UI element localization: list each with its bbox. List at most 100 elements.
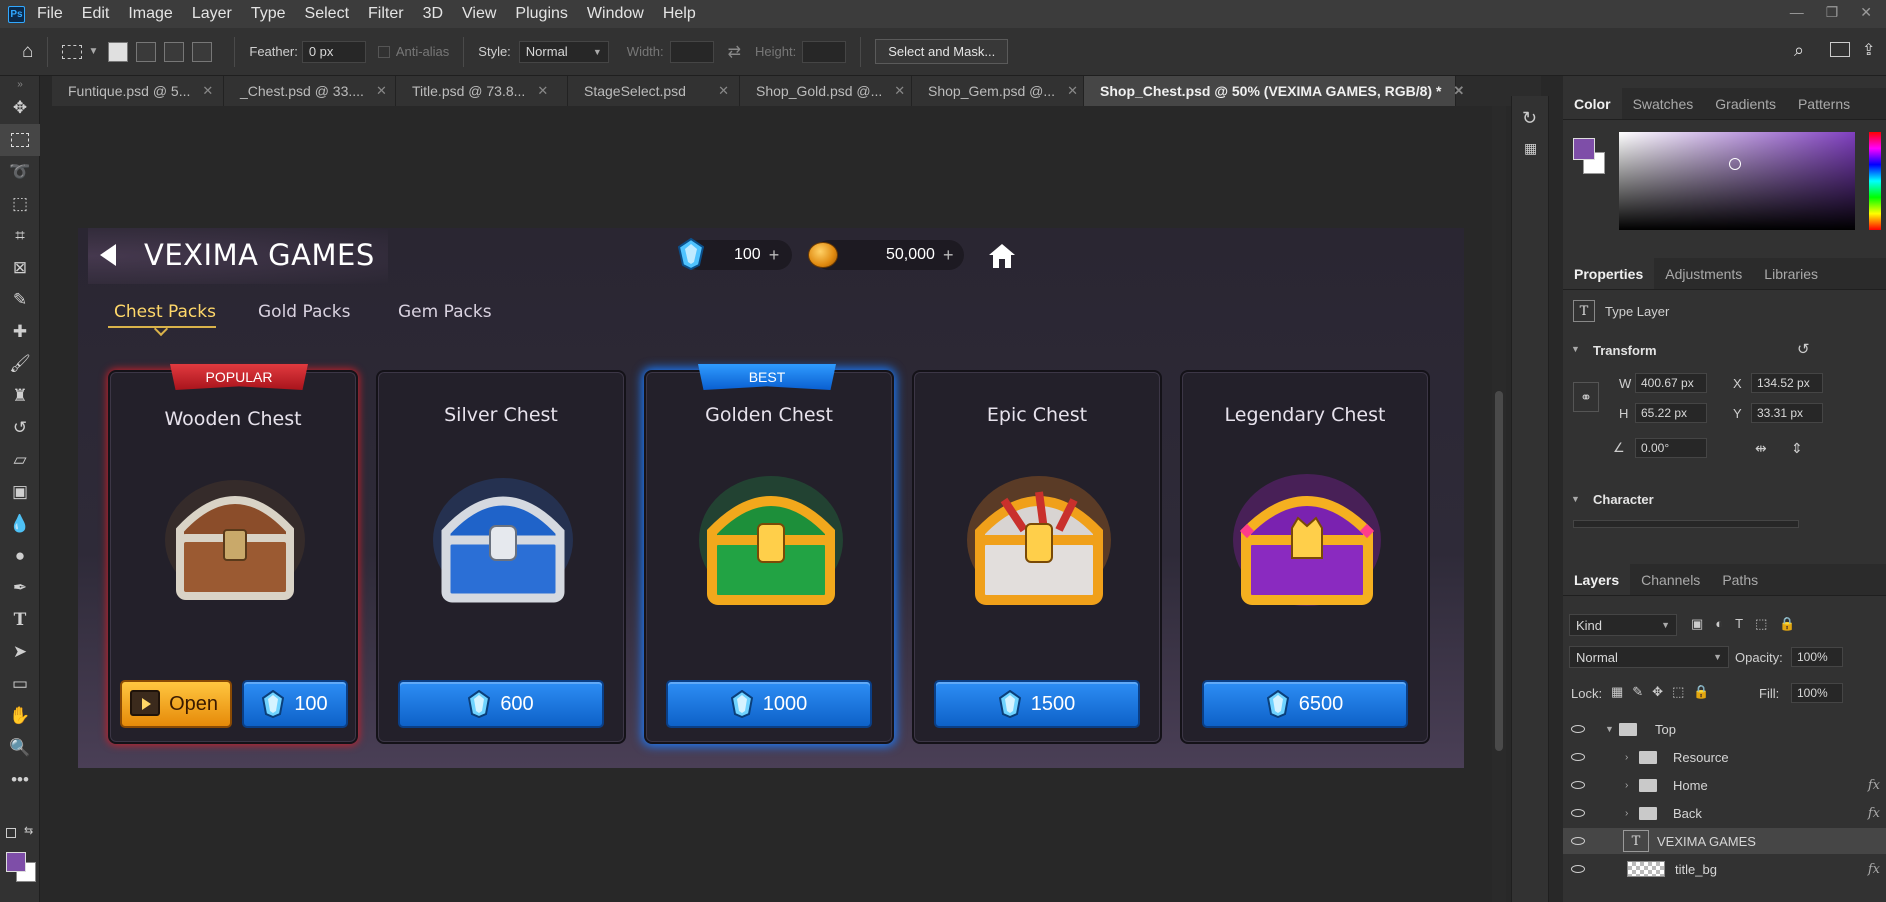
layer-row[interactable]: ▼ Top bbox=[1563, 716, 1886, 742]
layer-row[interactable]: › Home fx bbox=[1563, 772, 1886, 798]
menu-select[interactable]: Select bbox=[305, 5, 349, 23]
chest-card-silver[interactable]: Silver Chest 600 bbox=[376, 370, 626, 744]
marquee-preset-icon[interactable] bbox=[62, 44, 83, 59]
home-icon[interactable] bbox=[988, 243, 1016, 269]
crop-tool-icon[interactable]: ⌗ bbox=[0, 220, 40, 252]
scrollbar-thumb[interactable] bbox=[1495, 391, 1503, 751]
close-icon[interactable]: ✕ bbox=[1453, 83, 1464, 99]
x-field[interactable]: 134.52 px bbox=[1751, 373, 1823, 393]
intersect-selection-button[interactable] bbox=[192, 41, 213, 62]
rectangle-tool-icon[interactable]: ▭ bbox=[0, 668, 40, 700]
minimize-icon[interactable]: — bbox=[1790, 4, 1804, 21]
gradient-tool-icon[interactable]: ▣ bbox=[0, 476, 40, 508]
foreground-color-swatch[interactable] bbox=[1573, 138, 1595, 160]
menu-help[interactable]: Help bbox=[663, 5, 696, 23]
pen-tool-icon[interactable]: ✒ bbox=[0, 572, 40, 604]
link-dimensions-icon[interactable]: ⚭ bbox=[1573, 382, 1599, 412]
eyedropper-tool-icon[interactable]: ✎ bbox=[0, 284, 40, 316]
workspace-icon[interactable] bbox=[1830, 42, 1850, 57]
tab-color[interactable]: Color bbox=[1563, 88, 1622, 119]
add-gold-button[interactable]: + bbox=[943, 245, 954, 266]
blur-tool-icon[interactable]: 💧 bbox=[0, 508, 40, 540]
tab-chest-packs[interactable]: Chest Packs bbox=[114, 302, 216, 322]
y-field[interactable]: 33.31 px bbox=[1751, 403, 1823, 423]
chevron-down-icon[interactable]: ▼ bbox=[1605, 724, 1614, 734]
visibility-eye-icon[interactable] bbox=[1571, 837, 1585, 845]
buy-silver-chest-button[interactable]: 600 bbox=[398, 680, 604, 728]
chevron-right-icon[interactable]: › bbox=[1625, 808, 1628, 819]
game-shop-artboard[interactable]: VEXIMA GAMES 100 + 50,000 + Chest Packs … bbox=[78, 228, 1464, 768]
tab-libraries[interactable]: Libraries bbox=[1753, 258, 1829, 289]
tab-gem-packs[interactable]: Gem Packs bbox=[398, 302, 492, 322]
filter-icons[interactable]: ▣◐T⬚🔒 bbox=[1691, 616, 1808, 632]
doc-tab[interactable]: Title.psd @ 73.8... ✕ bbox=[396, 76, 568, 106]
watch-ad-open-button[interactable]: Open bbox=[120, 680, 232, 728]
home-icon[interactable]: ⌂ bbox=[22, 41, 33, 63]
menu-view[interactable]: View bbox=[462, 5, 496, 23]
marquee-tool-icon[interactable] bbox=[0, 124, 40, 156]
doc-tab[interactable]: Shop_Gold.psd @... ✕ bbox=[740, 76, 912, 106]
height-field[interactable]: 65.22 px bbox=[1635, 403, 1707, 423]
path-select-tool-icon[interactable]: ➤ bbox=[0, 636, 40, 668]
font-family-field[interactable] bbox=[1573, 520, 1799, 528]
close-window-icon[interactable]: ✕ bbox=[1860, 4, 1872, 21]
tab-gradients[interactable]: Gradients bbox=[1704, 88, 1787, 119]
hand-tool-icon[interactable]: ✋ bbox=[0, 700, 40, 732]
layer-row[interactable]: › Resource bbox=[1563, 744, 1886, 770]
transform-section-title[interactable]: Transform bbox=[1593, 343, 1657, 358]
menu-window[interactable]: Window bbox=[587, 5, 644, 23]
panel-collapse-strip[interactable] bbox=[1549, 76, 1563, 902]
opacity-field[interactable]: 100% bbox=[1791, 647, 1843, 667]
close-icon[interactable]: ✕ bbox=[718, 83, 729, 99]
visibility-eye-icon[interactable] bbox=[1571, 865, 1585, 873]
width-field[interactable]: 400.67 px bbox=[1635, 373, 1707, 393]
zoom-tool-icon[interactable]: 🔍 bbox=[0, 732, 40, 764]
eraser-tool-icon[interactable]: ▱ bbox=[0, 444, 40, 476]
close-icon[interactable]: ✕ bbox=[537, 83, 548, 99]
buy-golden-chest-button[interactable]: 1000 bbox=[666, 680, 872, 728]
menu-layer[interactable]: Layer bbox=[192, 5, 232, 23]
width-input[interactable] bbox=[669, 40, 714, 63]
menu-3d[interactable]: 3D bbox=[423, 5, 443, 23]
tab-gold-packs[interactable]: Gold Packs bbox=[258, 302, 350, 322]
swap-icon[interactable]: ⇄ bbox=[728, 42, 741, 62]
close-icon[interactable]: ✕ bbox=[376, 83, 387, 99]
more-tools-icon[interactable]: ••• bbox=[0, 764, 40, 796]
foreground-color-swatch[interactable] bbox=[6, 852, 26, 872]
chevron-right-icon[interactable]: › bbox=[1625, 752, 1628, 763]
visibility-eye-icon[interactable] bbox=[1571, 753, 1585, 761]
visibility-eye-icon[interactable] bbox=[1571, 781, 1585, 789]
close-icon[interactable]: ✕ bbox=[1067, 83, 1078, 99]
menu-filter[interactable]: Filter bbox=[368, 5, 404, 23]
chevron-down-icon[interactable]: ▼ bbox=[1571, 494, 1580, 504]
doc-tab[interactable]: StageSelect.psd ✕ bbox=[568, 76, 740, 106]
chevron-down-icon[interactable]: ▼ bbox=[88, 46, 98, 57]
chevron-right-icon[interactable]: › bbox=[1625, 780, 1628, 791]
tab-properties[interactable]: Properties bbox=[1563, 258, 1655, 289]
doc-tab[interactable]: Shop_Gem.psd @... ✕ bbox=[912, 76, 1084, 106]
history-panel-icon[interactable]: ↻ bbox=[1522, 108, 1537, 129]
style-select[interactable]: Normal ▼ bbox=[518, 40, 609, 63]
tab-patterns[interactable]: Patterns bbox=[1787, 88, 1861, 119]
anti-alias-checkbox[interactable] bbox=[377, 45, 390, 58]
collapse-icon[interactable]: » bbox=[0, 76, 40, 92]
new-selection-button[interactable] bbox=[108, 41, 129, 62]
menu-edit[interactable]: Edit bbox=[82, 5, 110, 23]
healing-brush-tool-icon[interactable]: ✚ bbox=[0, 316, 40, 348]
vertical-scrollbar[interactable] bbox=[1492, 106, 1506, 902]
doc-tab[interactable]: _Chest.psd @ 33.... ✕ bbox=[224, 76, 396, 106]
lock-icons[interactable]: ▦✎✥⬚🔒 bbox=[1611, 684, 1719, 700]
visibility-eye-icon[interactable] bbox=[1571, 809, 1585, 817]
layer-effects-icon[interactable]: fx bbox=[1868, 806, 1880, 821]
layer-effects-icon[interactable]: fx bbox=[1868, 862, 1880, 877]
move-tool-icon[interactable]: ✥ bbox=[0, 92, 40, 124]
close-icon[interactable]: ✕ bbox=[202, 83, 213, 99]
object-select-tool-icon[interactable]: ⬚ bbox=[0, 188, 40, 220]
tab-layers[interactable]: Layers bbox=[1563, 564, 1631, 595]
brush-tool-icon[interactable]: 🖌 bbox=[0, 348, 40, 380]
buy-wooden-chest-button[interactable]: 100 bbox=[242, 680, 348, 728]
blend-mode-select[interactable]: Normal ▼ bbox=[1569, 646, 1729, 668]
angle-field[interactable]: 0.00° bbox=[1635, 438, 1707, 458]
feather-input[interactable]: 0 px bbox=[301, 40, 366, 63]
menu-plugins[interactable]: Plugins bbox=[515, 5, 567, 23]
